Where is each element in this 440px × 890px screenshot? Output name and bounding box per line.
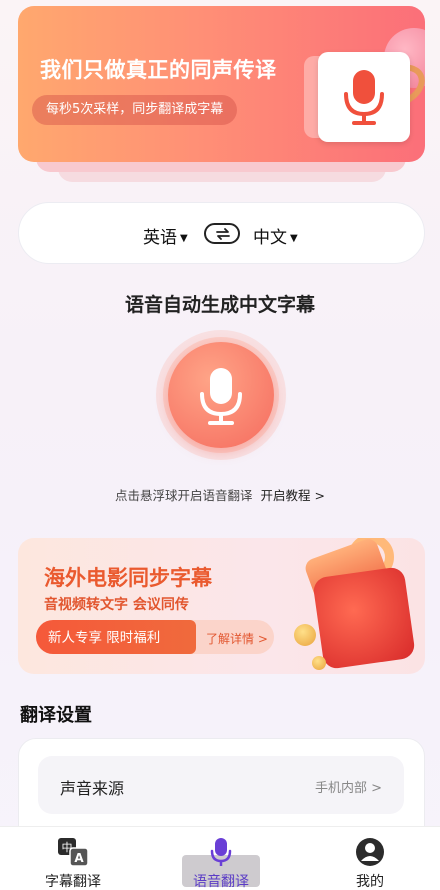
tab-voice-translate[interactable]: 语音翻译 xyxy=(166,827,276,890)
promo-banner[interactable]: 海外电影同步字幕 音视频转文字 会议同传 新人专享 限时福利 了解详情 > xyxy=(18,538,425,674)
target-language-dropdown[interactable]: 中文 ▼ xyxy=(253,223,298,248)
hint-text: 点击悬浮球开启语音翻译 xyxy=(115,488,253,503)
svg-text:A: A xyxy=(74,851,84,865)
microphone-icon xyxy=(210,838,232,866)
target-language-label: 中文 xyxy=(253,228,287,248)
tutorial-link[interactable]: 开启教程 > xyxy=(261,488,325,503)
banner-subtitle-pill: 每秒5次采样，同步翻译成字幕 xyxy=(32,95,238,125)
top-banner[interactable]: 我们只做真正的同声传译 每秒5次采样，同步翻译成字幕 xyxy=(18,6,425,162)
microphone-icon xyxy=(344,70,384,125)
caret-down-icon: ▼ xyxy=(290,233,298,244)
language-selector: 英语 ▼ 中文 ▼ xyxy=(18,202,425,264)
user-avatar-icon xyxy=(356,838,384,866)
promo-title: 海外电影同步字幕 xyxy=(44,566,212,590)
tab-label: 我的 xyxy=(356,874,384,890)
caret-down-icon: ▼ xyxy=(180,233,188,244)
tab-subtitle-translate[interactable]: 中 A 字幕翻译 xyxy=(18,827,128,890)
microphone-icon xyxy=(200,368,242,425)
row-label: 声音来源 xyxy=(60,779,125,798)
swap-languages-button[interactable] xyxy=(204,223,240,244)
promo-subtitle: 音视频转文字 会议同传 xyxy=(44,597,189,613)
gift-box-icon xyxy=(312,566,416,670)
sound-source-row[interactable]: 声音来源 手机内部 > xyxy=(38,756,404,814)
coin-icon xyxy=(312,656,326,670)
source-language-dropdown[interactable]: 英语 ▼ xyxy=(143,223,188,248)
tab-label: 语音翻译 xyxy=(193,874,249,890)
record-button[interactable] xyxy=(168,342,274,448)
coin-icon xyxy=(294,624,316,646)
banner-mic-card xyxy=(318,52,410,142)
page-title: 语音自动生成中文字幕 xyxy=(124,294,315,316)
floating-ball-hint: 点击悬浮球开启语音翻译 开启教程 > xyxy=(0,485,440,504)
promo-offer-label: 新人专享 限时福利 xyxy=(48,630,161,646)
row-value: 手机内部 > xyxy=(314,781,382,796)
banner-title: 我们只做真正的同声传译 xyxy=(40,58,277,82)
tab-label: 字幕翻译 xyxy=(45,874,101,890)
source-language-label: 英语 xyxy=(143,228,177,248)
translate-icon: 中 A xyxy=(58,838,89,867)
bottom-tab-bar: 中 A 字幕翻译 语音翻译 我的 xyxy=(0,826,440,890)
settings-section-title: 翻译设置 xyxy=(20,705,92,726)
promo-detail-link[interactable]: 了解详情 > xyxy=(206,630,268,647)
swap-icon xyxy=(216,228,230,240)
tab-profile[interactable]: 我的 xyxy=(315,827,425,890)
